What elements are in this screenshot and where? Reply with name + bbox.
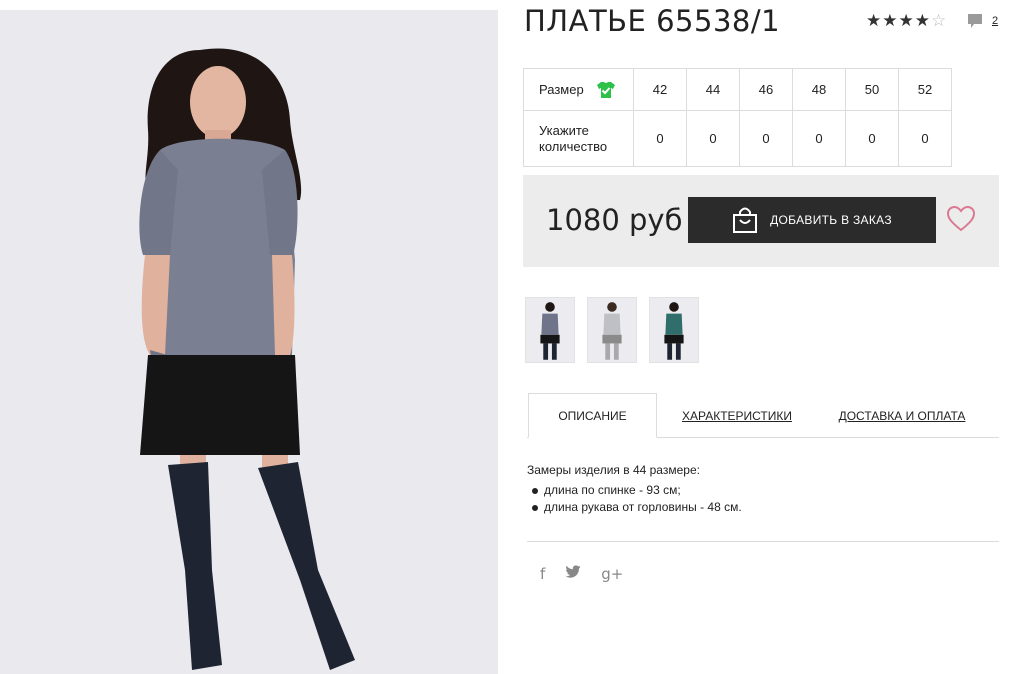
star-icon[interactable]: ★ — [915, 11, 930, 31]
description-list: длина по спинке - 93 см; длина рукава от… — [527, 482, 742, 516]
tab-description-label: ОПИСАНИЕ — [558, 408, 627, 423]
thumbnail-light-grey-dress[interactable] — [587, 297, 637, 363]
star-empty-icon[interactable]: ☆ — [931, 11, 946, 31]
product-main-image[interactable] — [0, 10, 498, 674]
size-table: Размер 42 44 46 48 50 52 Укажите количес… — [523, 68, 952, 167]
buy-panel: 1080 руб ДОБАВИТЬ В ЗАКАЗ — [523, 175, 999, 267]
size-label-cell: Размер — [523, 68, 634, 111]
description-intro: Замеры изделия в 44 размере: — [527, 463, 700, 477]
quantity-label-line2: количество — [539, 138, 608, 154]
star-icon[interactable]: ★ — [882, 11, 897, 31]
star-icon[interactable]: ★ — [866, 11, 881, 31]
thumbnail-image — [664, 302, 684, 360]
comments-count[interactable]: 2 — [992, 15, 998, 27]
size-label: Размер — [539, 81, 584, 97]
size-cell[interactable]: 52 — [898, 68, 952, 111]
thumbnail-grey-dress[interactable] — [525, 297, 575, 363]
size-cell[interactable]: 50 — [845, 68, 899, 111]
quantity-field[interactable]: 0 — [633, 110, 687, 167]
tab-characteristics-label: ХАРАКТЕРИСТИКИ — [681, 408, 792, 423]
thumbnail-image — [602, 302, 622, 360]
add-to-order-label: ДОБАВИТЬ В ЗАКАЗ — [770, 213, 892, 227]
list-item: длина рукава от горловины - 48 см. — [527, 499, 742, 516]
quantity-field[interactable]: 0 — [845, 110, 899, 167]
quantity-field[interactable]: 0 — [792, 110, 846, 167]
thumbnail-image — [540, 302, 560, 360]
quantity-field[interactable]: 0 — [686, 110, 740, 167]
rating-stars[interactable]: ★ ★ ★ ★ ☆ — [866, 11, 946, 31]
quantity-field[interactable]: 0 — [739, 110, 793, 167]
thumbnail-strip — [525, 297, 699, 363]
size-cell[interactable]: 44 — [686, 68, 740, 111]
model-illustration — [0, 10, 498, 674]
size-cell[interactable]: 42 — [633, 68, 687, 111]
tab-description[interactable]: ОПИСАНИЕ — [528, 393, 657, 438]
facebook-icon[interactable]: f — [540, 565, 545, 583]
tab-delivery-payment[interactable]: ДОСТАВКА И ОПЛАТА — [837, 393, 967, 438]
google-plus-icon[interactable]: g+ — [601, 565, 623, 583]
quantity-field[interactable]: 0 — [898, 110, 952, 167]
divider — [527, 541, 999, 542]
wishlist-heart-icon[interactable] — [947, 206, 975, 232]
size-chart-shirt-check-icon[interactable] — [596, 81, 616, 99]
star-icon[interactable]: ★ — [899, 11, 914, 31]
description-panel: Замеры изделия в 44 размере: длина по сп… — [527, 461, 742, 516]
product-title: ПЛАТЬЕ 65538/1 — [524, 4, 781, 38]
quantity-label-cell: Укажите количество — [523, 110, 634, 167]
quantity-label-line1: Укажите — [539, 122, 589, 138]
tab-characteristics[interactable]: ХАРАКТЕРИСТИКИ — [677, 393, 797, 438]
product-price: 1080 руб — [546, 203, 683, 237]
twitter-bird-icon — [565, 565, 581, 578]
thumbnail-teal-dress[interactable] — [649, 297, 699, 363]
size-cell[interactable]: 48 — [792, 68, 846, 111]
shopping-bag-icon — [733, 207, 758, 233]
twitter-icon[interactable] — [565, 565, 581, 583]
comment-bubble-icon — [968, 14, 982, 28]
tab-delivery-payment-label: ДОСТАВКА И ОПЛАТА — [838, 408, 966, 423]
add-to-order-button[interactable]: ДОБАВИТЬ В ЗАКАЗ — [688, 197, 936, 243]
comments-link[interactable]: 2 — [967, 13, 998, 29]
product-info-tabs: ОПИСАНИЕ ХАРАКТЕРИСТИКИ ДОСТАВКА И ОПЛАТ… — [527, 393, 999, 438]
size-cell[interactable]: 46 — [739, 68, 793, 111]
list-item: длина по спинке - 93 см; — [527, 482, 742, 499]
social-share: f g+ — [540, 565, 623, 583]
